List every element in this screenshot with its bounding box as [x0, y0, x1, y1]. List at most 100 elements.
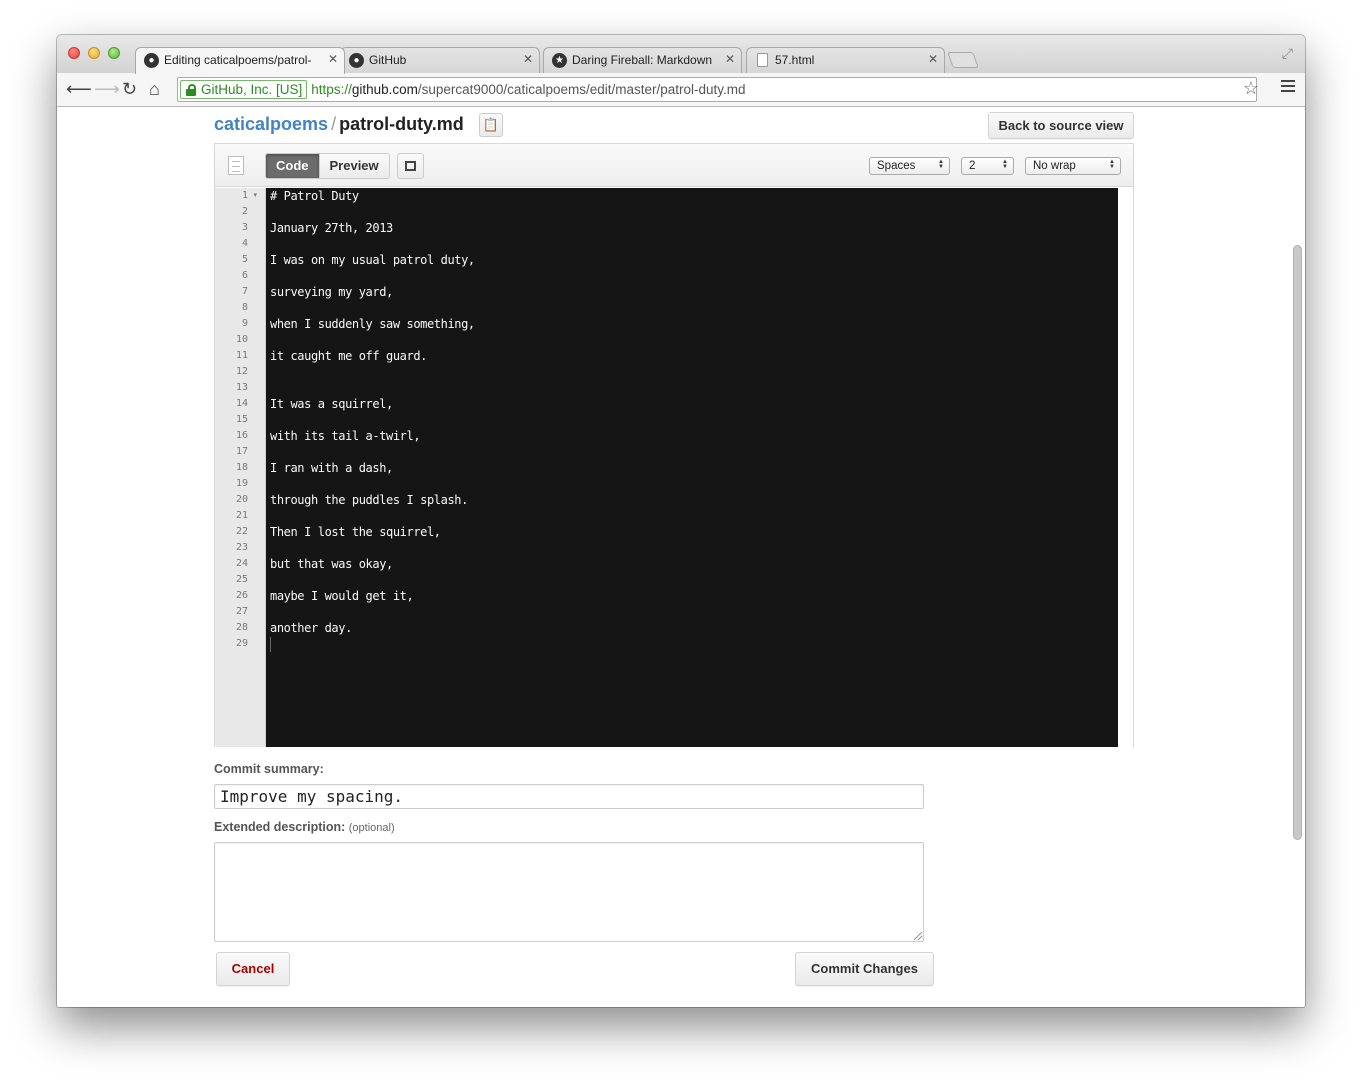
code-line: surveying my yard, [270, 285, 393, 299]
text-cursor [270, 637, 271, 652]
fold-arrow-icon[interactable]: ▾ [253, 188, 257, 204]
close-icon[interactable]: ✕ [523, 52, 533, 66]
scrollbar-thumb[interactable] [1293, 245, 1302, 840]
tab-editing-patrol-duty[interactable]: ● Editing caticalpoems/patrol- ✕ [135, 47, 345, 74]
optional-hint: (optional) [348, 822, 395, 834]
line-number: 6 [241, 270, 248, 281]
line-number: 2 [241, 206, 248, 217]
code-line: # Patrol Duty [270, 189, 359, 203]
editor-toolbar: Code Preview Spaces ▲ ▼ 2 ▲ ▼ No wrap ▲ ▼ [215, 144, 1133, 187]
close-window-button[interactable] [68, 47, 80, 59]
repo-link[interactable]: caticalpoems [214, 114, 328, 134]
editor-margin [1118, 188, 1133, 747]
breadcrumb: caticalpoems / patrol-duty.md [214, 114, 464, 135]
extended-description-textarea[interactable] [214, 842, 924, 942]
resize-handle[interactable] [914, 932, 922, 940]
ev-certificate-badge[interactable]: GitHub, Inc. [US] [180, 80, 308, 99]
file-icon[interactable] [228, 156, 244, 175]
tab-57-html[interactable]: 57.html ✕ [746, 47, 945, 73]
line-number: 9 [241, 318, 248, 329]
code-line: Then I lost the squirrel, [270, 525, 441, 539]
tab-daring-fireball[interactable]: ★ Daring Fireball: Markdown S ✕ [543, 47, 742, 73]
page-scrollbar[interactable] [1293, 115, 1302, 1005]
document-icon [757, 53, 768, 67]
url-path: /supercat9000/caticalpoems/edit/master/p… [417, 82, 746, 97]
code-line: It was a squirrel, [270, 397, 393, 411]
tab-code[interactable]: Code [266, 154, 319, 178]
tab-title: GitHub [369, 53, 407, 67]
expand-icon [405, 161, 416, 171]
lock-icon [186, 84, 196, 96]
browser-window: ● Editing caticalpoems/patrol- ✕ ● GitHu… [57, 35, 1305, 1007]
tab-github[interactable]: ● GitHub ✕ [340, 47, 540, 73]
back-to-source-button[interactable]: Back to source view [988, 112, 1134, 139]
code-editor: Code Preview Spaces ▲ ▼ 2 ▲ ▼ No wrap ▲ ▼ 1… [214, 143, 1134, 747]
line-number: 20 [235, 494, 248, 505]
tab-title: Daring Fireball: Markdown S [572, 53, 712, 67]
line-number: 8 [241, 302, 248, 313]
line-number: 10 [235, 334, 248, 345]
indent-mode-select[interactable]: Spaces ▲ ▼ [869, 157, 950, 175]
indent-size-value: 2 [969, 160, 976, 172]
cancel-button[interactable]: Cancel [216, 952, 290, 986]
ev-label: GitHub, Inc. [US] [201, 82, 303, 97]
line-number: 15 [235, 414, 248, 425]
code-line: when I suddenly saw something, [270, 317, 475, 331]
minimize-window-button[interactable] [88, 47, 100, 59]
line-number: 17 [235, 446, 248, 457]
indent-size-select[interactable]: 2 ▲ ▼ [961, 157, 1014, 175]
code-line: I ran with a dash, [270, 461, 393, 475]
fullscreen-icon[interactable]: ⤢ [1282, 45, 1293, 62]
back-arrow-icon[interactable]: ⟵ [66, 79, 92, 99]
menu-icon[interactable] [1281, 80, 1295, 94]
line-number: 22 [235, 526, 248, 537]
line-number: 3 [241, 222, 248, 233]
reload-icon[interactable]: ↻ [122, 79, 137, 99]
editor-mode-tabs: Code Preview [265, 153, 390, 179]
star-icon: ★ [552, 53, 567, 68]
line-number: 4 [241, 238, 248, 249]
github-icon: ● [144, 53, 159, 68]
line-number: 5 [241, 254, 248, 265]
tab-preview[interactable]: Preview [318, 154, 389, 178]
home-icon[interactable]: ⌂ [149, 79, 160, 99]
line-number: 25 [235, 574, 248, 585]
wrap-mode-select[interactable]: No wrap ▲ ▼ [1025, 157, 1121, 175]
line-number: 29 [235, 638, 248, 649]
clipboard-icon: 📋 [482, 117, 500, 132]
tab-title: Editing caticalpoems/patrol- [164, 53, 312, 67]
select-arrows-icon: ▲ ▼ [1109, 159, 1115, 170]
commit-changes-button[interactable]: Commit Changes [795, 952, 934, 986]
close-icon[interactable]: ✕ [928, 52, 938, 66]
forward-arrow-icon[interactable]: ⟶ [94, 79, 120, 99]
code-line: another day. [270, 621, 352, 635]
close-icon[interactable]: ✕ [328, 52, 338, 66]
extended-description-text: Extended description: [214, 820, 346, 834]
select-arrows-icon: ▲ ▼ [1002, 159, 1008, 170]
select-arrows-icon: ▲ ▼ [938, 159, 944, 170]
code-textarea[interactable]: # Patrol Duty January 27th, 2013 I was on … [266, 188, 1118, 747]
close-icon[interactable]: ✕ [725, 52, 735, 66]
bookmark-star-icon[interactable]: ☆ [1243, 78, 1259, 99]
new-tab-button[interactable] [947, 52, 979, 68]
zoom-window-button[interactable] [108, 47, 120, 59]
line-number: 19 [235, 478, 248, 489]
code-line: through the puddles I splash. [270, 493, 468, 507]
code-line: with its tail a-twirl, [270, 429, 421, 443]
fullscreen-editor-button[interactable] [397, 153, 424, 179]
commit-summary-input[interactable]: Improve my spacing. [214, 784, 924, 809]
breadcrumb-separator: / [331, 114, 337, 134]
page-content: caticalpoems / patrol-duty.md 📋 Back to so… [57, 107, 1305, 1007]
copy-path-button[interactable]: 📋 [479, 113, 503, 137]
line-number: 28 [235, 622, 248, 633]
line-number: 23 [235, 542, 248, 553]
line-number-gutter: 1 ▾ 2 3 4 5 6 7 8 9 10 11 12 13 14 15 16 17 18 19 20 21 22 23 24… [215, 188, 266, 747]
tab-title: 57.html [775, 53, 815, 67]
indent-mode-value: Spaces [877, 160, 916, 172]
address-bar[interactable]: GitHub, Inc. [US] https://github.com/supe… [177, 77, 1257, 102]
file-name: patrol-duty.md [339, 114, 464, 134]
browser-toolbar: ⟵ ⟶ ↻ ⌂ GitHub, Inc. [US] https://github.… [57, 73, 1305, 107]
line-number: 13 [235, 382, 248, 393]
line-number: 16 [235, 430, 248, 441]
line-number: 18 [235, 462, 248, 473]
